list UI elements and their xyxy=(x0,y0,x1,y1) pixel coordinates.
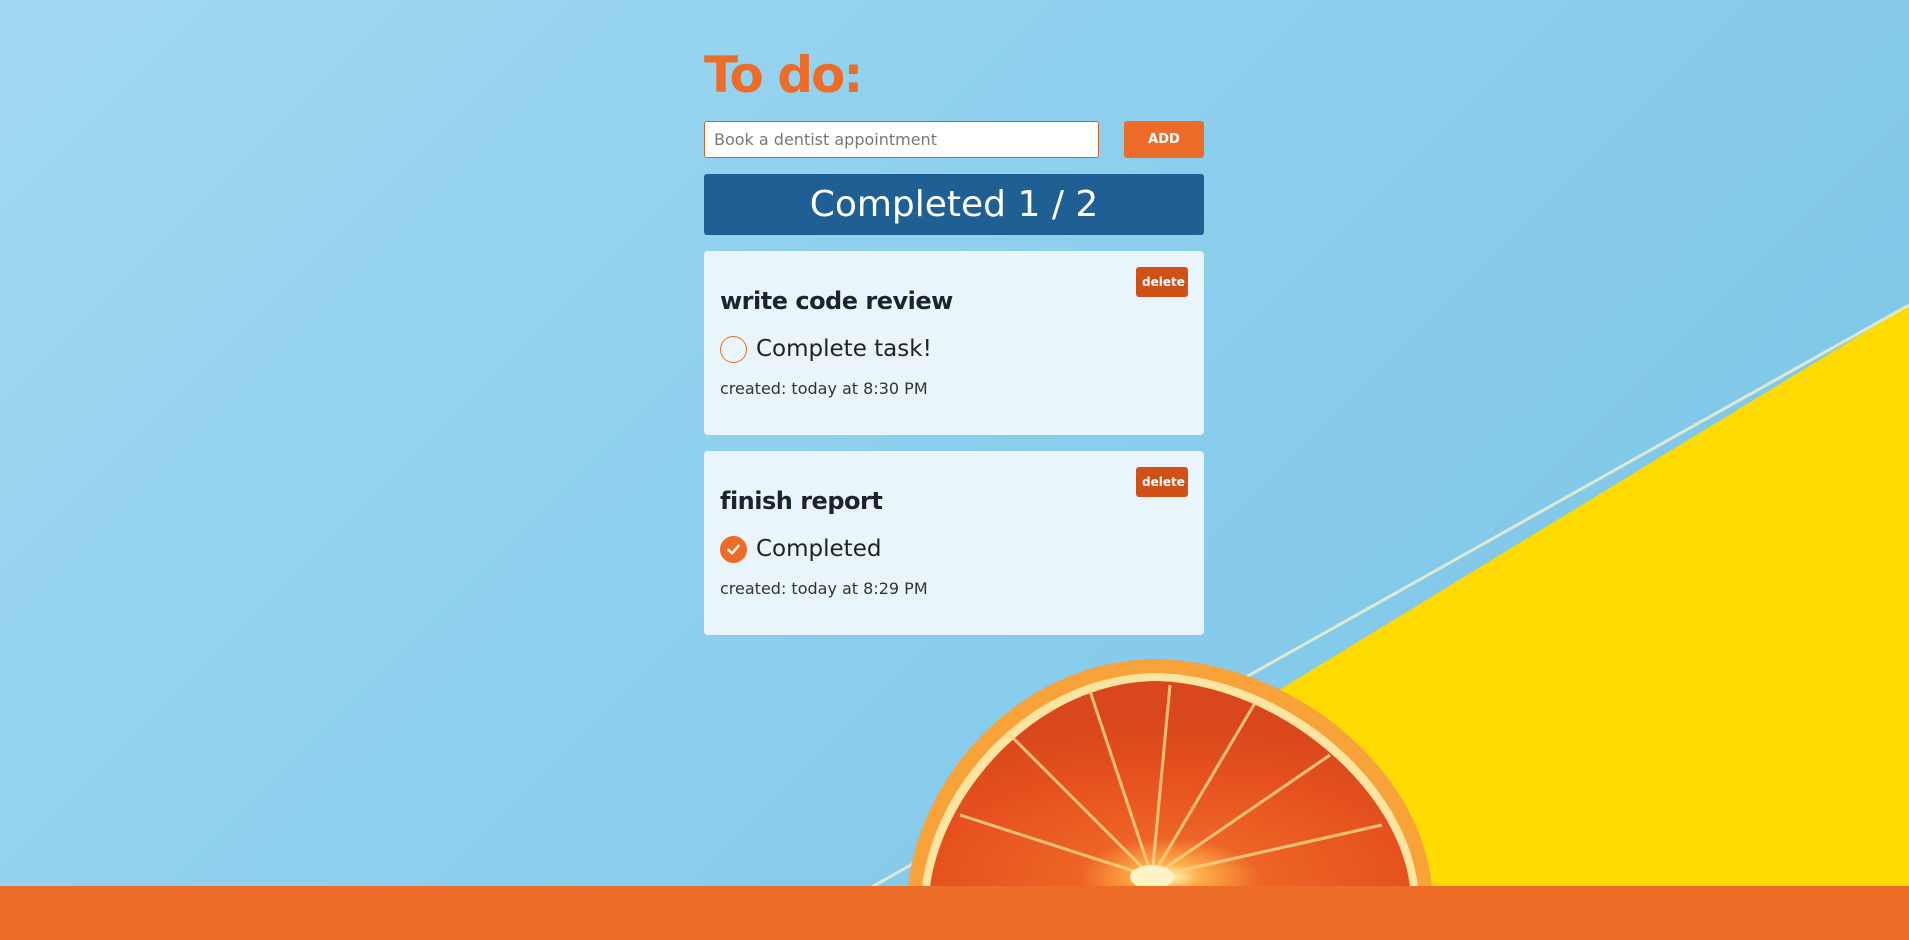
task-status-label: Completed xyxy=(756,536,882,562)
add-button[interactable]: ADD xyxy=(1124,120,1204,158)
todo-panel: To do: ADD Completed 1 / 2 delete write … xyxy=(704,46,1204,635)
task-status: Completed xyxy=(720,533,1188,565)
complete-toggle[interactable] xyxy=(720,535,747,563)
task-card: delete finish report Completed created: … xyxy=(704,451,1204,635)
task-title: write code review xyxy=(720,287,953,315)
completed-summary: Completed 1 / 2 xyxy=(704,174,1204,235)
task-input[interactable] xyxy=(704,120,1099,158)
page-title: To do: xyxy=(704,46,863,104)
add-task-form: ADD xyxy=(704,120,1204,158)
task-status-label: Complete task! xyxy=(756,336,932,362)
checkmark-icon xyxy=(727,544,740,554)
grapefruit-image xyxy=(908,659,1432,887)
complete-toggle[interactable] xyxy=(720,335,747,363)
footer-bar xyxy=(0,886,1909,940)
task-status: Complete task! xyxy=(720,333,1188,365)
task-created: created: today at 8:30 PM xyxy=(720,379,928,398)
task-created: created: today at 8:29 PM xyxy=(720,579,928,598)
delete-button[interactable]: delete xyxy=(1136,267,1188,297)
page: To do: ADD Completed 1 / 2 delete write … xyxy=(0,0,1909,940)
task-title: finish report xyxy=(720,487,883,515)
delete-button[interactable]: delete xyxy=(1136,467,1188,497)
task-card: delete write code review Complete task! … xyxy=(704,251,1204,435)
